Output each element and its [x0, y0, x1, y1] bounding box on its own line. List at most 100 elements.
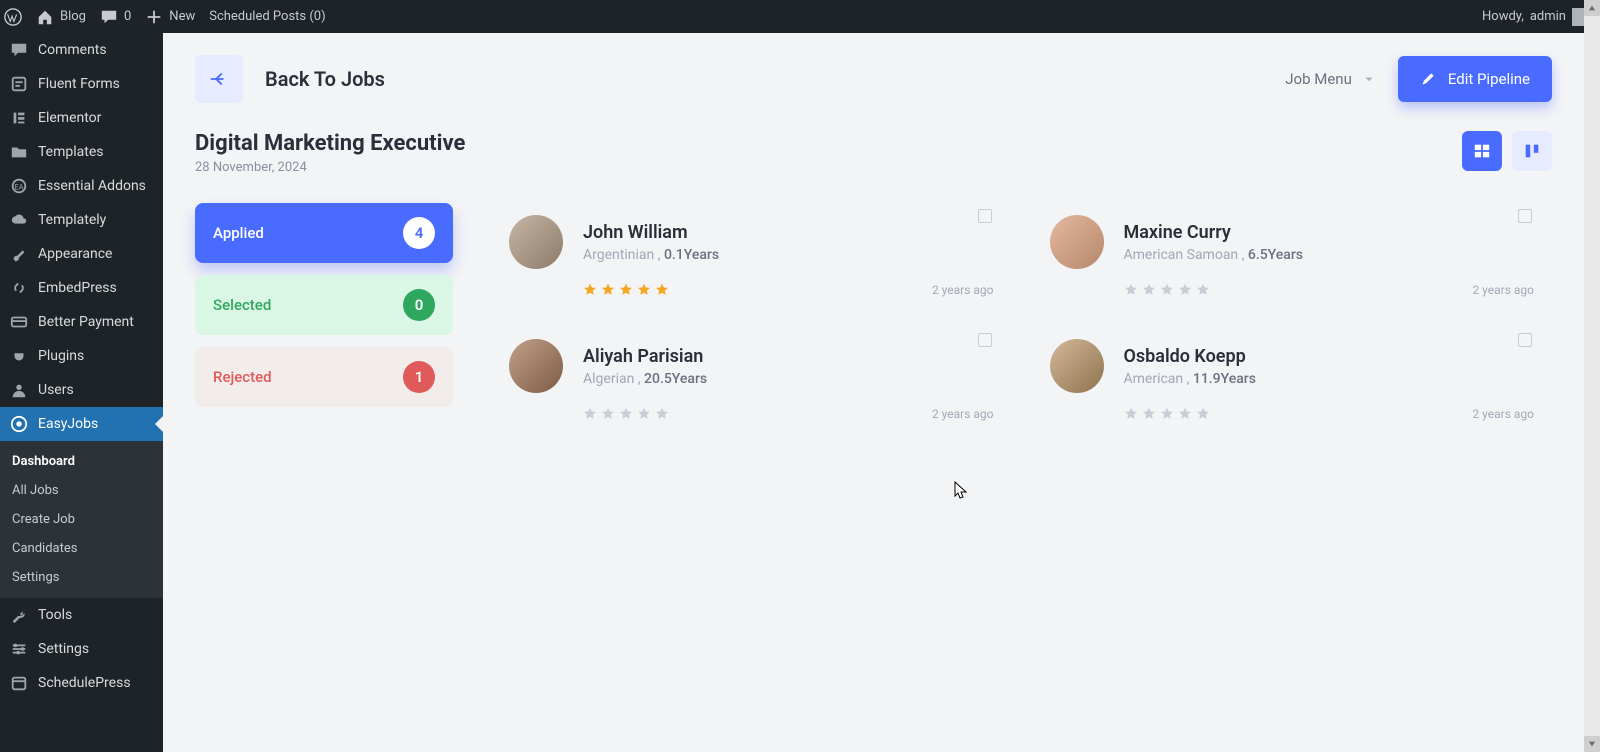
star-icon — [619, 283, 633, 297]
sidebar-item-fluent-forms[interactable]: Fluent Forms — [0, 67, 163, 101]
sidebar-item-appearance[interactable]: Appearance — [0, 237, 163, 271]
sidebar-item-better-payment[interactable]: Better Payment — [0, 305, 163, 339]
pipeline-stages: Applied 4 Selected 0 Rejected 1 — [195, 203, 453, 407]
job-menu-dropdown[interactable]: Job Menu — [1285, 70, 1376, 88]
wordpress-icon — [4, 8, 22, 26]
stage-label: Rejected — [213, 368, 272, 386]
wrench-icon — [10, 606, 28, 624]
main-content: Back To Jobs Job Menu Edit Pipeline Digi… — [163, 33, 1584, 752]
arrow-left-icon — [208, 68, 230, 90]
star-icon — [1178, 283, 1192, 297]
select-checkbox[interactable] — [978, 209, 992, 223]
edit-pipeline-button[interactable]: Edit Pipeline — [1398, 56, 1552, 102]
subnav-dashboard[interactable]: Dashboard — [0, 447, 163, 476]
form-icon — [10, 75, 28, 93]
rating-stars — [583, 283, 669, 297]
edit-pipeline-label: Edit Pipeline — [1448, 70, 1530, 88]
rating-stars — [583, 407, 669, 421]
sidebar-item-tools[interactable]: Tools — [0, 598, 163, 632]
howdy-label: Howdy, — [1482, 9, 1524, 24]
sidebar-item-comments[interactable]: Comments — [0, 33, 163, 67]
view-kanban-button[interactable] — [1512, 131, 1552, 171]
star-icon — [1142, 407, 1156, 421]
scroll-up-button[interactable] — [1584, 0, 1600, 16]
scheduled-posts-link[interactable]: Scheduled Posts (0) — [209, 9, 325, 24]
brush-icon — [10, 245, 28, 263]
scroll-down-button[interactable] — [1584, 736, 1600, 752]
subnav-settings[interactable]: Settings — [0, 563, 163, 592]
wp-logo[interactable] — [4, 8, 22, 26]
calendar-icon — [10, 674, 28, 692]
wp-sidebar: Comments Fluent Forms Elementor Template… — [0, 33, 163, 752]
comment-icon — [100, 8, 118, 26]
sliders-icon — [10, 640, 28, 658]
stage-count: 1 — [403, 361, 435, 393]
site-link[interactable]: Blog — [36, 8, 86, 26]
sidebar-item-easyjobs[interactable]: EasyJobs — [0, 407, 163, 441]
sidebar-item-elementor[interactable]: Elementor — [0, 101, 163, 135]
star-icon — [619, 407, 633, 421]
new-label: New — [169, 9, 195, 24]
time-ago: 2 years ago — [1472, 283, 1534, 297]
new-link[interactable]: New — [145, 8, 195, 26]
subnav-all-jobs[interactable]: All Jobs — [0, 476, 163, 505]
comments-count: 0 — [124, 9, 131, 24]
sidebar-item-essential-addons[interactable]: EA Essential Addons — [0, 169, 163, 203]
star-icon — [1160, 407, 1174, 421]
account-link[interactable]: Howdy, admin — [1482, 8, 1590, 26]
comments-link[interactable]: 0 — [100, 8, 131, 26]
stage-rejected[interactable]: Rejected 1 — [195, 347, 453, 407]
candidate-card[interactable]: Osbaldo Koepp American , 11.9Years 2 yea… — [1042, 327, 1543, 429]
back-title: Back To Jobs — [265, 67, 385, 91]
easyjobs-submenu: Dashboard All Jobs Create Job Candidates… — [0, 441, 163, 598]
sidebar-item-label: Users — [38, 382, 74, 398]
cloud-icon — [10, 211, 28, 229]
addons-icon: EA — [10, 177, 28, 195]
avatar — [509, 215, 563, 269]
candidate-card[interactable]: Maxine Curry American Samoan , 6.5Years … — [1042, 203, 1543, 305]
stage-count: 0 — [403, 289, 435, 321]
sidebar-item-plugins[interactable]: Plugins — [0, 339, 163, 373]
star-icon — [1124, 407, 1138, 421]
stage-label: Applied — [213, 224, 264, 242]
sidebar-item-schedulepress[interactable]: SchedulePress — [0, 666, 163, 700]
star-icon — [637, 407, 651, 421]
subnav-create-job[interactable]: Create Job — [0, 505, 163, 534]
sidebar-item-templates[interactable]: Templates — [0, 135, 163, 169]
sidebar-item-label: SchedulePress — [38, 675, 131, 691]
view-grid-button[interactable] — [1462, 131, 1502, 171]
sidebar-item-embedpress[interactable]: EmbedPress — [0, 271, 163, 305]
candidate-meta: American Samoan , 6.5Years — [1124, 247, 1304, 263]
star-icon — [1142, 283, 1156, 297]
candidate-meta: American , 11.9Years — [1124, 371, 1256, 387]
candidate-card[interactable]: Aliyah Parisian Algerian , 20.5Years 2 y… — [501, 327, 1002, 429]
job-date: 28 November, 2024 — [195, 160, 465, 175]
sidebar-item-users[interactable]: Users — [0, 373, 163, 407]
avatar — [509, 339, 563, 393]
sidebar-item-settings[interactable]: Settings — [0, 632, 163, 666]
star-icon — [583, 283, 597, 297]
star-icon — [601, 407, 615, 421]
link-icon — [10, 279, 28, 297]
back-button[interactable] — [195, 55, 243, 103]
job-menu-label: Job Menu — [1285, 70, 1352, 88]
candidate-grid: John William Argentinian , 0.1Years 2 ye… — [501, 203, 1552, 429]
avatar — [1050, 215, 1104, 269]
sidebar-item-templately[interactable]: Templately — [0, 203, 163, 237]
site-name: Blog — [60, 9, 86, 24]
star-icon — [601, 283, 615, 297]
select-checkbox[interactable] — [1518, 209, 1532, 223]
select-checkbox[interactable] — [978, 333, 992, 347]
plug-icon — [10, 347, 28, 365]
triangle-down-icon — [1588, 740, 1596, 748]
candidate-card[interactable]: John William Argentinian , 0.1Years 2 ye… — [501, 203, 1002, 305]
user-icon — [10, 381, 28, 399]
stage-applied[interactable]: Applied 4 — [195, 203, 453, 263]
candidate-name: Aliyah Parisian — [583, 346, 707, 367]
scrollbar[interactable] — [1584, 0, 1600, 752]
sidebar-item-label: Tools — [38, 607, 72, 623]
star-icon — [583, 407, 597, 421]
subnav-candidates[interactable]: Candidates — [0, 534, 163, 563]
select-checkbox[interactable] — [1518, 333, 1532, 347]
stage-selected[interactable]: Selected 0 — [195, 275, 453, 335]
